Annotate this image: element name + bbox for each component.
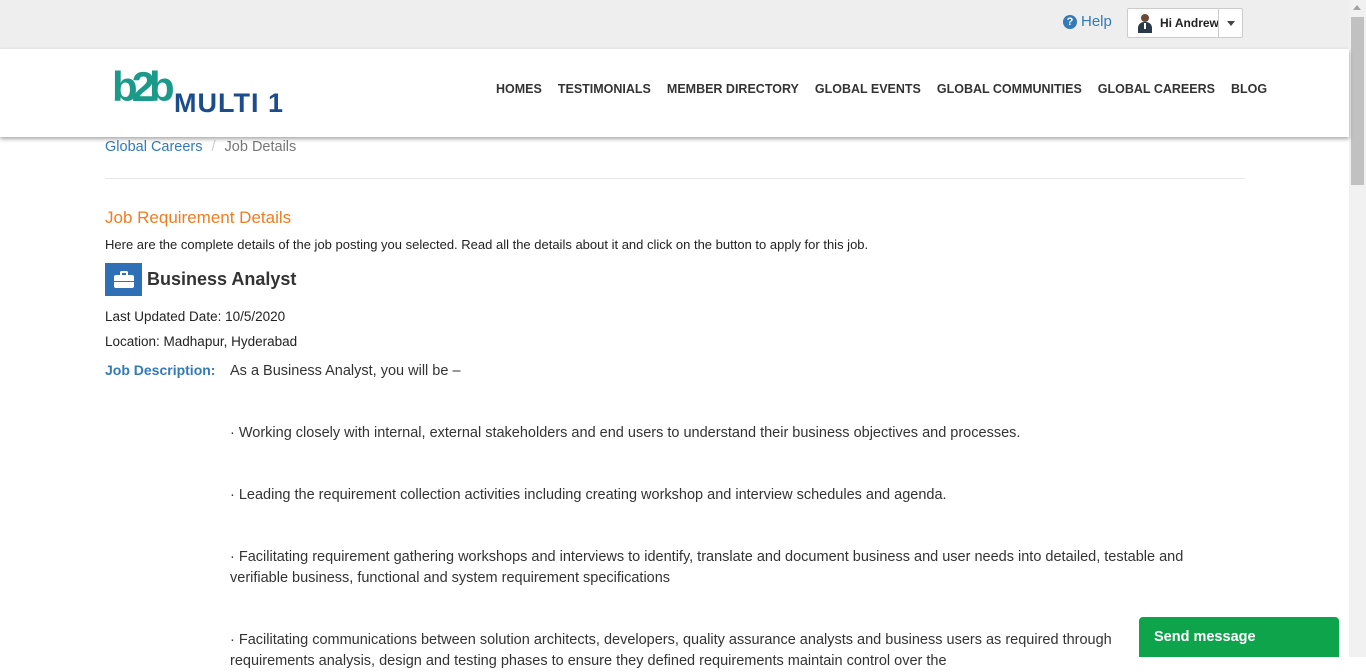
nav-item-testimonials[interactable]: TESTIMONIALS: [558, 82, 651, 96]
logo-text: MULTI 1: [174, 88, 284, 118]
nav-menu: HOMES TESTIMONIALS MEMBER DIRECTORY GLOB…: [496, 82, 1267, 96]
breadcrumb-separator: /: [211, 139, 216, 155]
description-paragraph: · Facilitating communications between so…: [230, 632, 1112, 648]
avatar: [1136, 13, 1154, 33]
user-menu-dropdown[interactable]: Hi Andrew: [1127, 8, 1243, 38]
description-paragraph: · Leading the requirement collection act…: [230, 487, 947, 503]
job-title: Business Analyst: [147, 269, 297, 289]
breadcrumb: Global Careers / Job Details: [105, 139, 296, 155]
last-updated-date: Last Updated Date: 10/5/2020: [105, 309, 286, 324]
help-link[interactable]: ? Help: [1063, 13, 1112, 30]
main-navbar: b2b MULTI 1 HOMES TESTIMONIALS MEMBER DI…: [0, 49, 1349, 137]
breadcrumb-global-careers[interactable]: Global Careers: [105, 139, 203, 155]
b2b-multi1-logo[interactable]: b2b MULTI 1: [112, 63, 307, 121]
breadcrumb-current: Job Details: [224, 139, 297, 155]
scrollbar-thumb[interactable]: [1351, 17, 1364, 185]
logo-mark: b2b: [112, 63, 175, 110]
divider: [105, 178, 1245, 179]
top-utility-bar: ? Help Hi Andrew: [0, 0, 1349, 49]
nav-item-global-events[interactable]: GLOBAL EVENTS: [815, 82, 921, 96]
user-greeting: Hi Andrew: [1160, 16, 1219, 30]
question-circle-icon: ?: [1063, 14, 1077, 29]
description-paragraph: · Facilitating requirement gathering wor…: [230, 549, 1184, 586]
nav-item-homes[interactable]: HOMES: [496, 82, 542, 96]
job-header: Business Analyst: [105, 263, 296, 296]
scroll-up-arrow-icon[interactable]: [1353, 5, 1361, 10]
nav-item-global-communities[interactable]: GLOBAL COMMUNITIES: [937, 82, 1082, 96]
nav-item-blog[interactable]: BLOG: [1231, 82, 1267, 96]
job-location: Location: Madhapur, Hyderabad: [105, 334, 298, 349]
section-title: Job Requirement Details: [105, 208, 292, 227]
caret-down-icon[interactable]: [1227, 21, 1235, 26]
description-paragraph: requirements analysis, design and testin…: [230, 653, 947, 669]
job-description-label: Job Description:: [105, 362, 216, 378]
help-label: Help: [1081, 13, 1112, 30]
briefcase-icon: [105, 263, 142, 296]
description-paragraph: · Working closely with internal, externa…: [230, 425, 1021, 441]
dropdown-divider: [1218, 9, 1219, 37]
description-paragraph: As a Business Analyst, you will be –: [230, 363, 461, 379]
nav-item-global-careers[interactable]: GLOBAL CAREERS: [1098, 82, 1215, 96]
send-message-button[interactable]: Send message: [1139, 617, 1339, 657]
nav-item-member-directory[interactable]: MEMBER DIRECTORY: [667, 82, 799, 96]
intro-text: Here are the complete details of the job…: [105, 237, 869, 252]
